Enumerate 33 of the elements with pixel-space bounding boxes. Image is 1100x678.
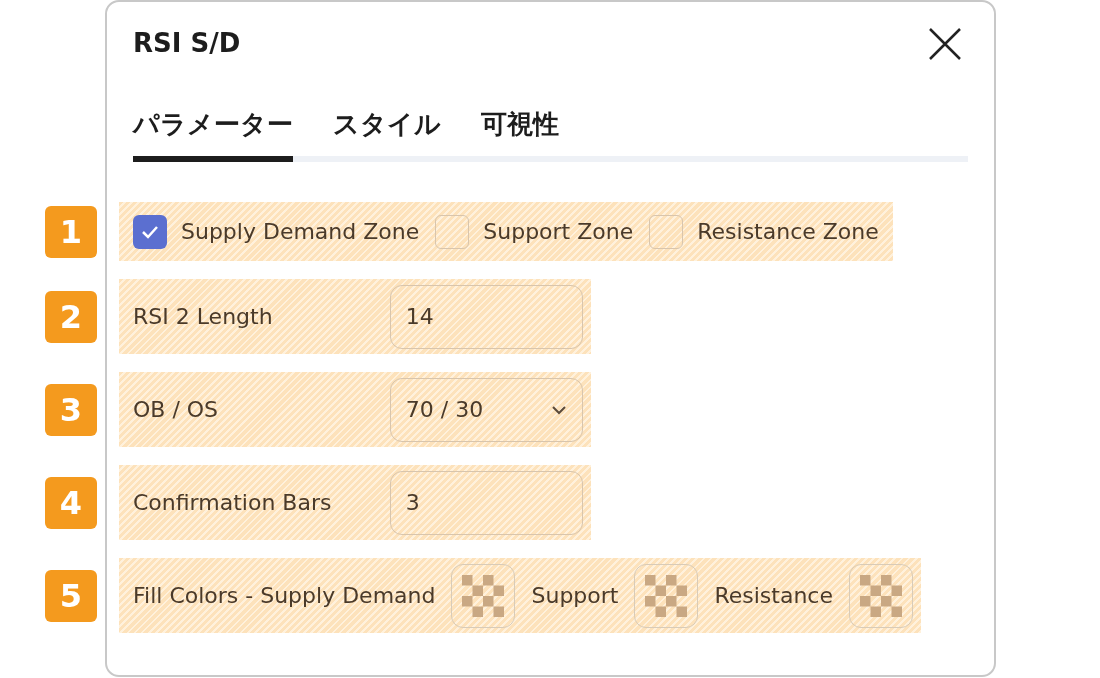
step-number-badge: 1 [45,205,97,258]
number-field[interactable]: 3 [389,470,583,535]
checkbox-label: Support Zone [483,218,634,246]
step-number-badge: 2 [45,290,97,343]
check-icon [141,224,159,239]
dropdown[interactable]: 70 / 30 [389,377,583,442]
checkerboard-icon [860,574,902,617]
close-icon[interactable] [928,26,962,61]
step-number-badge: 4 [45,476,97,529]
step-number-badge: 5 [45,569,97,622]
checkerboard-icon [645,574,688,617]
checkbox-label: Resistance Zone [697,218,879,246]
swatch-label: Resistance [714,582,833,610]
field-label: Fill Colors - Supply Demand [133,582,436,610]
tab[interactable]: 可視性 [481,105,559,162]
swatch-label: Support [531,582,619,610]
color-swatch[interactable] [451,563,516,628]
field-label: Confirmation Bars [133,489,333,517]
checkerboard-icon [462,574,505,617]
color-swatch[interactable] [849,563,913,628]
field-label: RSI 2 Length [133,303,274,331]
checkbox[interactable] [435,214,470,249]
checkbox-label: Supply Demand Zone [181,218,420,246]
step-number-badge: 3 [45,383,97,436]
tab[interactable]: スタイル [333,105,441,162]
number-field[interactable]: 14 [389,284,583,349]
color-swatch[interactable] [634,563,699,628]
chevron-down-icon [551,404,567,415]
field-label: OB / OS [133,396,220,424]
tab[interactable]: パラメーター [133,105,293,162]
dialog-title: RSI S/D [133,27,241,60]
checkbox[interactable] [649,214,684,249]
checkbox[interactable] [133,214,167,249]
